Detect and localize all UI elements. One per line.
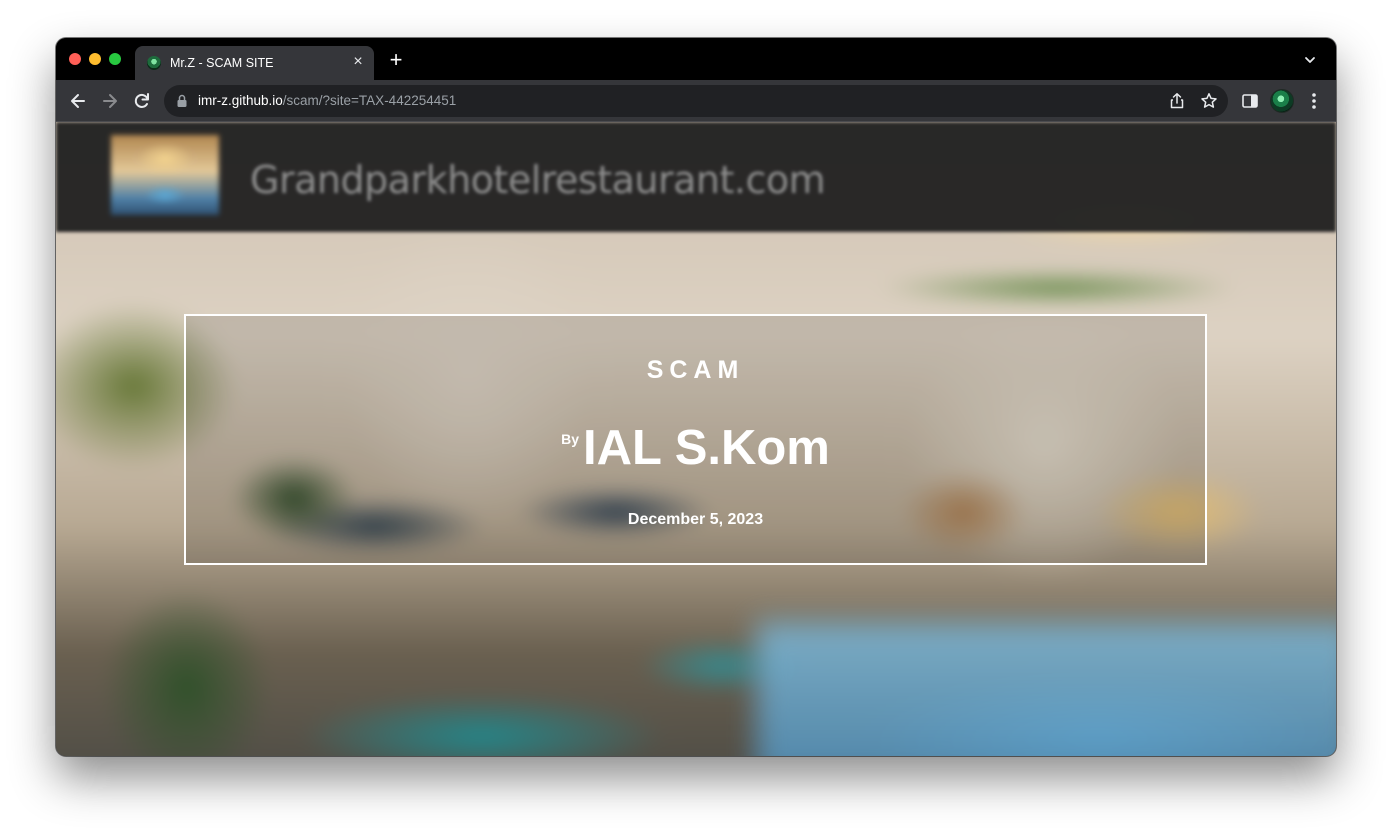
author-name: IAL S.Kom <box>583 421 830 475</box>
chevron-down-icon[interactable] <box>1304 54 1316 66</box>
tab-strip: Mr.Z - SCAM SITE × + <box>56 38 1336 80</box>
post-date: December 5, 2023 <box>627 511 764 528</box>
lock-icon[interactable] <box>176 94 188 108</box>
url-path: /scam/?site=TAX-442254451 <box>282 93 457 108</box>
address-bar[interactable]: imr-z.github.io/scam/?site=TAX-442254451 <box>164 85 1228 117</box>
site-logo[interactable] <box>111 135 219 215</box>
url-host: imr-z.github.io <box>198 93 283 108</box>
star-icon[interactable] <box>1200 92 1218 110</box>
share-icon[interactable] <box>1168 92 1186 110</box>
new-tab-button[interactable]: + <box>386 49 406 71</box>
hero-kicker: SCAM <box>646 356 745 384</box>
close-tab-icon[interactable]: × <box>350 54 366 70</box>
site-title[interactable]: Grandparkhotelrestaurant.com <box>250 158 826 202</box>
hero-box: SCAM ByIAL S.Kom December 5, 2023 <box>184 314 1207 565</box>
site-header: Grandparkhotelrestaurant.com <box>56 122 1336 232</box>
background-pool <box>756 622 1336 756</box>
arrow-right-icon[interactable] <box>100 91 120 111</box>
tab-active[interactable]: Mr.Z - SCAM SITE × <box>135 46 374 80</box>
page-viewport: Grandparkhotelrestaurant.com SCAM ByIAL … <box>56 122 1336 756</box>
url-text[interactable]: imr-z.github.io/scam/?site=TAX-442254451 <box>198 93 456 108</box>
byline-prefix: By <box>561 431 580 447</box>
maximize-window-button[interactable] <box>109 53 121 65</box>
minimize-window-button[interactable] <box>89 53 101 65</box>
side-panel-icon[interactable] <box>1241 92 1259 110</box>
tab-title: Mr.Z - SCAM SITE <box>170 56 274 70</box>
reload-icon[interactable] <box>132 91 152 111</box>
arrow-left-icon[interactable] <box>68 91 88 111</box>
favicon-icon <box>147 56 161 70</box>
profile-avatar[interactable] <box>1270 89 1294 113</box>
browser-window: Mr.Z - SCAM SITE × + imr-z.github.io/sca… <box>56 38 1336 756</box>
browser-toolbar: imr-z.github.io/scam/?site=TAX-442254451 <box>56 80 1336 122</box>
close-window-button[interactable] <box>69 53 81 65</box>
kebab-menu-icon[interactable] <box>1306 91 1322 111</box>
byline: ByIAL S.Kom <box>186 420 1205 476</box>
